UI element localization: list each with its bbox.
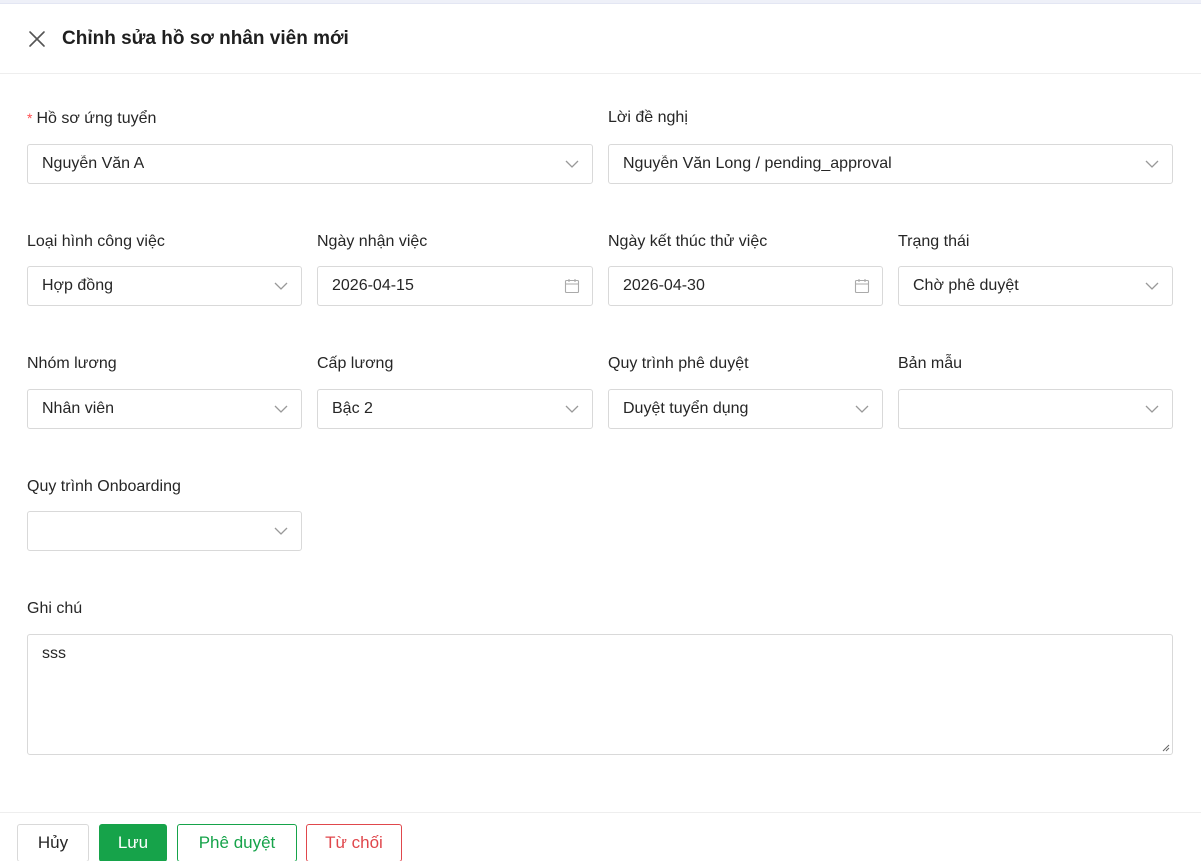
offer-label: Lời đề nghị <box>608 109 688 126</box>
resize-handle-icon[interactable] <box>1160 742 1170 752</box>
probation-end-label: Ngày kết thúc thử việc <box>608 233 768 250</box>
modal-header: Chỉnh sửa hồ sơ nhân viên mới <box>0 4 1201 74</box>
page-title: Chỉnh sửa hồ sơ nhân viên mới <box>62 28 349 49</box>
chevron-down-icon <box>1144 156 1160 172</box>
approve-button[interactable]: Phê duyệt <box>177 824 297 861</box>
onboarding-process-label: Quy trình Onboarding <box>27 478 181 495</box>
status-label: Trạng thái <box>898 233 970 250</box>
chevron-down-icon <box>564 401 580 417</box>
close-icon[interactable] <box>28 30 46 48</box>
onboarding-process-select[interactable] <box>27 511 302 551</box>
calendar-icon <box>564 278 580 294</box>
chevron-down-icon <box>564 156 580 172</box>
start-date-picker[interactable]: 2026-04-15 <box>317 266 593 306</box>
salary-group-label: Nhóm lương <box>27 355 117 372</box>
status-select[interactable]: Chờ phê duyệt <box>898 266 1173 306</box>
modal-footer: Hủy Lưu Phê duyệt Từ chối <box>0 812 1201 861</box>
notes-label: Ghi chú <box>27 600 83 617</box>
salary-level-value: Bậc 2 <box>332 400 373 417</box>
chevron-down-icon <box>273 278 289 294</box>
chevron-down-icon <box>1144 401 1160 417</box>
candidate-profile-label: * Hồ sơ ứng tuyển <box>27 107 156 130</box>
job-type-label: Loại hình công việc <box>27 233 165 250</box>
start-date-value: 2026-04-15 <box>332 277 414 294</box>
salary-level-label: Cấp lương <box>317 355 394 372</box>
approval-process-label: Quy trình phê duyệt <box>608 355 749 372</box>
chevron-down-icon <box>273 401 289 417</box>
close-button[interactable] <box>26 28 48 50</box>
start-date-label: Ngày nhận việc <box>317 233 428 250</box>
chevron-down-icon <box>273 523 289 539</box>
chevron-down-icon <box>1144 278 1160 294</box>
status-value: Chờ phê duyệt <box>913 277 1019 294</box>
offer-value: Nguyễn Văn Long / pending_approval <box>623 155 892 172</box>
notes-textarea[interactable]: sss <box>27 634 1173 755</box>
template-label: Bản mẫu <box>898 355 963 372</box>
required-star: * <box>27 110 33 126</box>
template-select[interactable] <box>898 389 1173 429</box>
candidate-profile-value: Nguyễn Văn A <box>42 155 145 172</box>
save-button[interactable]: Lưu <box>99 824 167 861</box>
cancel-button[interactable]: Hủy <box>17 824 89 861</box>
salary-group-value: Nhân viên <box>42 400 115 417</box>
probation-end-value: 2026-04-30 <box>623 277 705 294</box>
job-type-select[interactable]: Hợp đồng <box>27 266 302 306</box>
salary-level-select[interactable]: Bậc 2 <box>317 389 593 429</box>
calendar-icon <box>854 278 870 294</box>
salary-group-select[interactable]: Nhân viên <box>27 389 302 429</box>
approval-process-select[interactable]: Duyệt tuyển dụng <box>608 389 883 429</box>
approval-process-value: Duyệt tuyển dụng <box>623 400 749 417</box>
reject-button[interactable]: Từ chối <box>306 824 402 861</box>
probation-end-picker[interactable]: 2026-04-30 <box>608 266 883 306</box>
candidate-profile-select[interactable]: Nguyễn Văn A <box>27 144 593 184</box>
offer-select[interactable]: Nguyễn Văn Long / pending_approval <box>608 144 1173 184</box>
notes-value: sss <box>42 645 66 662</box>
candidate-profile-label-text: Hồ sơ ứng tuyển <box>36 110 157 127</box>
job-type-value: Hợp đồng <box>42 277 113 294</box>
chevron-down-icon <box>854 401 870 417</box>
